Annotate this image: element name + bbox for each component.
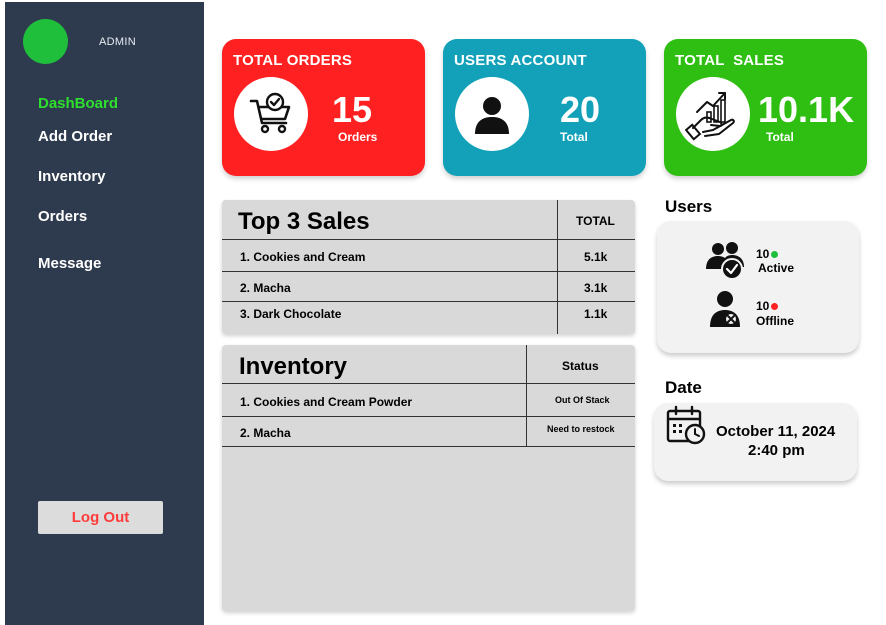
card-title: TOTAL ORDERS [233, 52, 353, 69]
nav-item-orders[interactable]: Orders [38, 208, 87, 225]
row-divider [222, 383, 635, 384]
active-users-icon [706, 242, 744, 280]
inventory-panel: Inventory Status 1. Cookies and Cream Po… [222, 345, 635, 611]
table-row-name: 3. Dark Chocolate [240, 307, 342, 321]
active-count-row: 10 [756, 247, 779, 261]
column-divider [526, 345, 527, 446]
table-row-status: Need to restock [547, 424, 615, 434]
active-users-label: Active [758, 261, 795, 275]
offline-users-count: 10 [756, 299, 770, 313]
total-orders-sub: Orders [338, 130, 378, 144]
total-sales-value: 10.1K [758, 89, 855, 130]
total-orders-value: 15 [332, 89, 373, 130]
nav-item-message[interactable]: Message [38, 255, 101, 272]
table-row-name: 1. Cookies and Cream Powder [240, 395, 413, 409]
row-divider [222, 446, 635, 447]
table-row-total: 1.1k [584, 307, 608, 321]
card-title: TOTAL SALES [675, 52, 785, 69]
total-orders-card[interactable]: TOTAL ORDERS 15 Orders [222, 39, 425, 176]
active-status-dot [771, 251, 779, 259]
users-account-card[interactable]: USERS ACCOUNT 20 Total [443, 39, 646, 176]
inventory-title: Inventory [239, 353, 348, 380]
column-divider [557, 200, 558, 334]
inventory-status-header: Status [562, 359, 599, 373]
users-section-title: Users [665, 197, 713, 216]
users-account-sub: Total [560, 130, 588, 144]
date-card: October 11, 2024 2:40 pm [654, 403, 857, 481]
nav-item-inventory[interactable]: Inventory [38, 168, 106, 185]
row-divider [222, 271, 635, 272]
offline-status-dot [771, 303, 779, 311]
sidebar: ADMIN DashBoard Add Order Inventory Orde… [5, 2, 204, 625]
admin-label: ADMIN [99, 36, 136, 48]
offline-users-label: Offline [756, 314, 794, 328]
total-sales-sub: Total [766, 130, 794, 144]
cart-check-icon [249, 92, 291, 134]
logout-button[interactable]: Log Out [38, 501, 163, 534]
table-row-name: 2. Macha [240, 281, 291, 295]
total-sales-card[interactable]: TOTAL SALES 10.1K Total [664, 39, 867, 176]
table-row-name: 2. Macha [240, 426, 291, 440]
offline-user-icon [710, 291, 740, 327]
table-row-name: 1. Cookies and Cream [240, 250, 366, 264]
active-users-count: 10 [756, 247, 770, 261]
top-sales-total-header: TOTAL [576, 214, 615, 228]
date-section-title: Date [665, 378, 702, 397]
table-row-total: 5.1k [584, 250, 608, 264]
card-title: USERS ACCOUNT [454, 52, 587, 69]
table-row-status: Out Of Stack [555, 395, 610, 405]
avatar[interactable] [23, 19, 68, 64]
row-divider [222, 416, 635, 417]
card-icon-circle [455, 77, 529, 151]
top-sales-title: Top 3 Sales [238, 208, 370, 235]
user-icon [475, 97, 509, 134]
sales-growth-icon [685, 92, 735, 141]
users-status-card: 10 Active 10 Offline [657, 221, 859, 353]
users-account-value: 20 [560, 89, 601, 130]
card-icon-circle [234, 77, 308, 151]
calendar-clock-icon [666, 405, 706, 445]
offline-count-row: 10 [756, 299, 779, 313]
nav-item-add-order[interactable]: Add Order [38, 128, 112, 145]
table-row-total: 3.1k [584, 281, 608, 295]
nav-item-dashboard[interactable]: DashBoard [38, 95, 118, 112]
current-time: 2:40 pm [748, 442, 805, 459]
row-divider [222, 239, 635, 240]
top-sales-panel: Top 3 Sales TOTAL 1. Cookies and Cream 5… [222, 200, 635, 334]
row-divider [222, 301, 635, 302]
card-icon-circle [676, 77, 750, 151]
current-date: October 11, 2024 [716, 423, 836, 440]
